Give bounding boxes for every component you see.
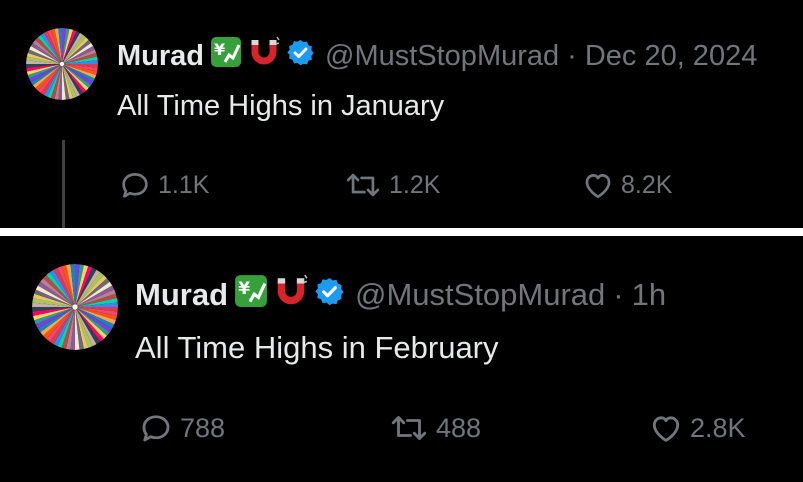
- tweet-header: Murad ¥ @MustStopMurad · 1h: [135, 274, 666, 316]
- avatar[interactable]: [26, 28, 98, 100]
- magnet-emoji-icon: [274, 274, 308, 316]
- separator-dot: ·: [567, 39, 577, 72]
- screenshot-divider: [0, 228, 803, 236]
- retweet-icon: [391, 416, 427, 440]
- svg-text:¥: ¥: [238, 279, 250, 299]
- reply-count: 1.1K: [158, 170, 210, 199]
- magnet-emoji-icon: [248, 36, 280, 76]
- display-name[interactable]: Murad: [135, 277, 228, 313]
- reply-button[interactable]: 788: [138, 410, 225, 446]
- thread-connector-line: [62, 140, 65, 228]
- reply-icon: [142, 415, 170, 442]
- tweet-text: All Time Highs in February: [135, 330, 499, 365]
- yen-chart-emoji-icon: ¥: [210, 36, 242, 76]
- user-handle[interactable]: @MustStopMurad: [355, 277, 605, 313]
- display-name[interactable]: Murad: [117, 40, 204, 73]
- timestamp[interactable]: 1h: [632, 277, 666, 313]
- retweet-icon: [346, 173, 380, 197]
- reply-count: 788: [180, 412, 226, 443]
- avatar[interactable]: [32, 264, 118, 350]
- user-handle[interactable]: @MustStopMurad: [325, 40, 559, 73]
- separator-dot: ·: [613, 277, 624, 312]
- retweet-button[interactable]: 488: [388, 410, 481, 446]
- like-count: 8.2K: [621, 170, 673, 199]
- like-icon: [585, 174, 611, 199]
- like-count: 2.8K: [690, 412, 746, 443]
- retweet-button[interactable]: 1.2K: [343, 168, 440, 202]
- reply-icon: [122, 173, 148, 198]
- like-button[interactable]: 8.2K: [581, 168, 672, 202]
- reply-button[interactable]: 1.1K: [118, 168, 209, 202]
- yen-chart-emoji-icon: ¥: [234, 274, 268, 316]
- verified-badge-icon[interactable]: [286, 38, 315, 75]
- svg-text:¥: ¥: [214, 40, 225, 59]
- retweet-count: 488: [436, 412, 482, 443]
- tweet-1[interactable]: Murad ¥ @MustStopMurad · Dec 20, 2024 Al…: [0, 0, 803, 228]
- like-button[interactable]: 2.8K: [648, 410, 746, 446]
- tweet-2[interactable]: Murad ¥ @MustStopMurad · 1h All Time Hig…: [0, 236, 803, 482]
- timestamp[interactable]: Dec 20, 2024: [585, 40, 758, 73]
- tweet-text: All Time Highs in January: [117, 90, 445, 122]
- tweet-header: Murad ¥ @MustStopMurad · Dec 20, 2024: [117, 36, 757, 76]
- like-icon: [652, 416, 680, 442]
- verified-badge-icon[interactable]: [314, 276, 345, 315]
- retweet-count: 1.2K: [389, 170, 441, 199]
